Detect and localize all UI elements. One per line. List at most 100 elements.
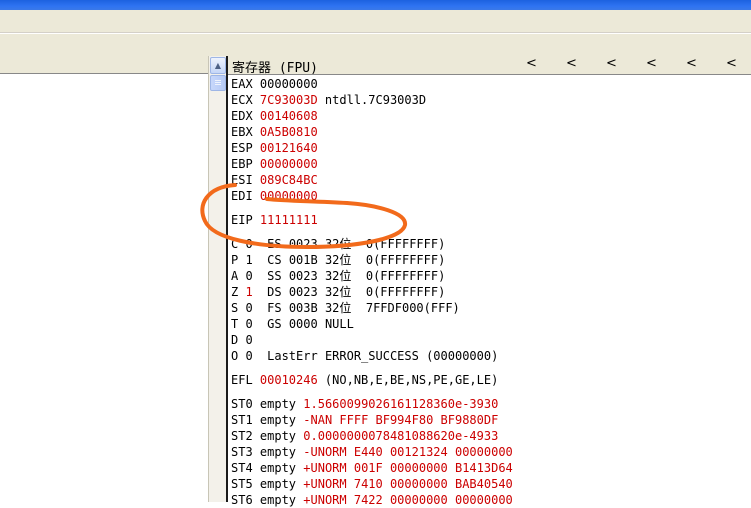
flag-bit: 0 (245, 269, 253, 283)
flag-row[interactable]: T 0 GS 0000 NULL (231, 316, 354, 332)
header-arrow-button[interactable]: < (526, 56, 537, 71)
header-arrow-button[interactable]: < (686, 56, 697, 71)
flag-bit: 0 (245, 317, 253, 331)
registers-title: 寄存器 (FPU) (232, 61, 318, 76)
register-name: EAX (231, 77, 260, 91)
fpu-register-name: ST2 (231, 429, 260, 443)
thumb-grip (215, 82, 221, 83)
flag-row[interactable]: S 0 FS 003B 32位 7FFDF000(FFF) (231, 300, 460, 316)
segment-bits: 32位 (317, 269, 352, 283)
flag-bit: 1 (245, 285, 253, 299)
fpu-tag: empty (259, 493, 304, 507)
flag-row[interactable]: Z 1 DS 0023 32位 0(FFFFFFFF) (231, 284, 445, 300)
registers-header[interactable]: 寄存器 (FPU) < < < < < < (228, 56, 751, 76)
fpu-tag: empty (259, 397, 304, 411)
efl-description: (NO,NB,E,BE,NS,PE,GE,LE) (317, 373, 499, 387)
left-pane (0, 74, 208, 502)
register-row[interactable]: EDX 00140608 (231, 108, 318, 124)
register-value: 7C93003D (259, 93, 318, 107)
fpu-register-name: ST5 (231, 477, 260, 491)
segment-bits: 32位 (317, 285, 352, 299)
annotation-stroke (200, 183, 407, 250)
flag-row[interactable]: O 0 LastErr ERROR_SUCCESS (00000000) (231, 348, 498, 364)
window-title-bar (0, 0, 751, 10)
register-name: ECX (231, 93, 260, 107)
flag-name: D (231, 333, 246, 347)
fpu-register-row[interactable]: ST5 empty +UNORM 7410 00000000 BAB40540 (231, 476, 513, 492)
fpu-value: -NAN FFFF BF994F80 BF9880DF (303, 413, 499, 427)
flag-row[interactable]: D 0 (231, 332, 253, 348)
register-name: EBX (231, 125, 260, 139)
hand-drawn-annotation-circle (200, 183, 407, 250)
flag-name: Z (231, 285, 246, 299)
register-row[interactable]: EBP 00000000 (231, 156, 318, 172)
register-row[interactable]: EBX 0A5B0810 (231, 124, 318, 140)
flag-bit: 0 (245, 301, 253, 315)
register-value: 00000000 (259, 157, 318, 171)
segment-name: DS (252, 285, 289, 299)
segment-selector: 0000 (288, 317, 318, 331)
register-row[interactable]: ESP 00121640 (231, 140, 318, 156)
flag-name: S (231, 301, 246, 315)
fpu-tag: empty (259, 413, 304, 427)
fpu-register-name: ST6 (231, 493, 260, 507)
fpu-register-row[interactable]: ST2 empty 0.0000000078481088620e-4933 (231, 428, 498, 444)
flag-name: O (231, 349, 246, 363)
segment-selector: 0023 (288, 269, 318, 283)
fpu-register-row[interactable]: ST1 empty -NAN FFFF BF994F80 BF9880DF (231, 412, 498, 428)
fpu-value: +UNORM 001F 00000000 B1413D64 (303, 461, 513, 475)
flag-name: A (231, 269, 246, 283)
fpu-register-row[interactable]: ST4 empty +UNORM 001F 00000000 B1413D64 (231, 460, 513, 476)
segment-name: FS (252, 301, 289, 315)
thumb-grip (215, 84, 221, 85)
flag-bit: 0 (245, 349, 253, 363)
fpu-register-name: ST1 (231, 413, 260, 427)
segment-description: 0(FFFFFFFF) (351, 285, 446, 299)
fpu-tag: empty (259, 445, 304, 459)
flag-name: T (231, 317, 246, 331)
register-row[interactable]: EAX 00000000 (231, 76, 318, 92)
segment-selector: 003B (288, 301, 318, 315)
flag-row[interactable]: A 0 SS 0023 32位 0(FFFFFFFF) (231, 268, 445, 284)
register-value: 00140608 (259, 109, 318, 123)
fpu-tag: empty (259, 477, 304, 491)
toolbar-area (0, 10, 751, 57)
fpu-value: 0.0000000078481088620e-4933 (303, 429, 499, 443)
efl-row[interactable]: EFL 00010246 (NO,NB,E,BE,NS,PE,GE,LE) (231, 372, 498, 388)
fpu-tag: empty (259, 461, 304, 475)
header-arrow-button[interactable]: < (606, 56, 617, 71)
segment-name: SS (252, 269, 289, 283)
register-value: 00121640 (259, 141, 318, 155)
toolbar-separator-highlight (0, 33, 751, 34)
segment-name: LastErr (252, 349, 325, 363)
fpu-register-row[interactable]: ST3 empty -UNORM E440 00121324 00000000 (231, 444, 513, 460)
header-arrow-button[interactable]: < (646, 56, 657, 71)
register-value: 00010246 (259, 373, 318, 387)
fpu-value: +UNORM 7422 00000000 00000000 (303, 493, 513, 507)
pane-divider[interactable] (226, 56, 228, 502)
fpu-tag: empty (259, 429, 304, 443)
fpu-register-row[interactable]: ST6 empty +UNORM 7422 00000000 00000000 (231, 492, 513, 508)
register-name: EBP (231, 157, 260, 171)
register-name: EFL (231, 373, 260, 387)
vertical-scrollbar[interactable]: ▲ (208, 56, 226, 502)
fpu-register-name: ST0 (231, 397, 260, 411)
segment-name: GS (252, 317, 289, 331)
fpu-register-row[interactable]: ST0 empty 1.5660099026161128360e-3930 (231, 396, 498, 412)
left-pane-header (0, 56, 208, 74)
fpu-value: -UNORM E440 00121324 00000000 (303, 445, 513, 459)
header-arrow-button[interactable]: < (566, 56, 577, 71)
segment-description: 7FFDF000(FFF) (351, 301, 460, 315)
segment-description: 0(FFFFFFFF) (351, 269, 446, 283)
scrollbar-thumb[interactable] (210, 75, 226, 91)
scroll-up-arrow-icon[interactable]: ▲ (210, 57, 226, 74)
fpu-value: 1.5660099026161128360e-3930 (303, 397, 499, 411)
segment-bits: 32位 (317, 301, 352, 315)
register-comment: ntdll.7C93003D (317, 93, 427, 107)
fpu-value: +UNORM 7410 00000000 BAB40540 (303, 477, 513, 491)
segment-selector: 0023 (288, 285, 318, 299)
register-row[interactable]: ECX 7C93003D ntdll.7C93003D (231, 92, 426, 108)
thumb-grip (215, 80, 221, 81)
segment-selector: ERROR_SUCCESS (324, 349, 419, 363)
header-arrow-button[interactable]: < (726, 56, 737, 71)
